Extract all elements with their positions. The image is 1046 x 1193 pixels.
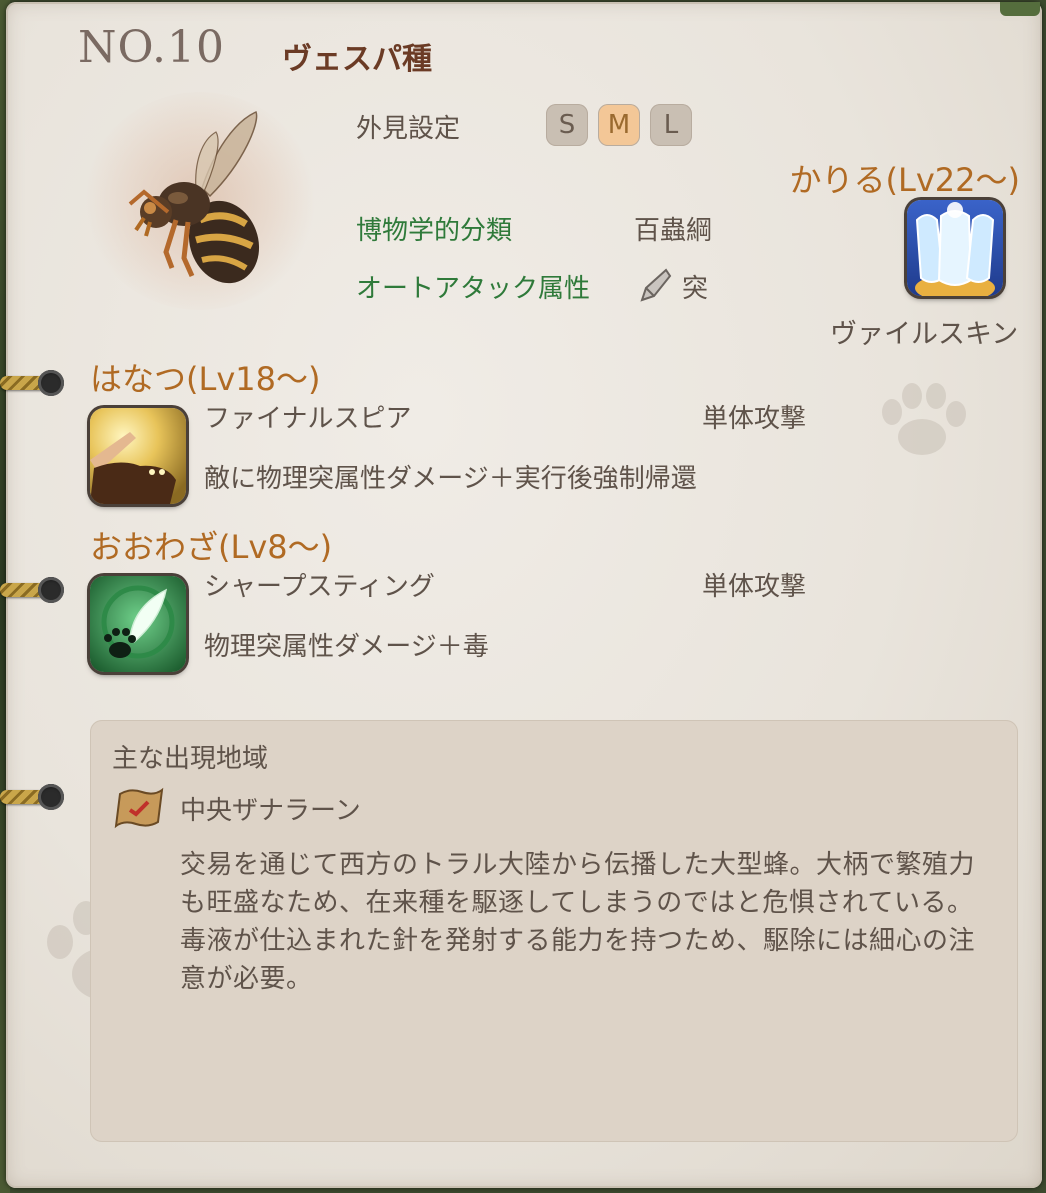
species-name: ヴェスパ種 — [282, 42, 432, 77]
size-m-button[interactable]: M — [598, 104, 640, 146]
paw-print-icon — [882, 383, 966, 455]
entry-number: NO.10 — [78, 22, 225, 73]
skill-section-title: はなつ(Lv18～) — [90, 360, 321, 398]
size-l-button[interactable]: L — [650, 104, 692, 146]
skill-description: 敵に物理突属性ダメージ＋実行後強制帰還 — [204, 464, 697, 494]
sharp-sting-icon[interactable] — [90, 576, 186, 672]
skill-name: ファイナルスピア — [204, 404, 412, 434]
binder-ring — [0, 782, 64, 812]
binder-ring — [0, 575, 64, 605]
auto-attack-label: オートアタック属性 — [356, 274, 591, 304]
binder-ring — [0, 368, 64, 398]
wasp-illustration-icon — [128, 110, 260, 284]
classification-value: 百蟲綱 — [634, 216, 713, 246]
vile-skin-icon[interactable] — [907, 200, 1003, 296]
skill-name: シャープスティング — [204, 572, 435, 602]
minion-portrait — [84, 92, 316, 310]
skill-type: 単体攻撃 — [702, 404, 807, 434]
skill-type: 単体攻撃 — [702, 572, 807, 602]
size-s-button[interactable]: S — [546, 104, 588, 146]
skill-section-title: おおわざ(Lv8～) — [90, 528, 333, 566]
auto-attack-value: 突 — [682, 274, 709, 304]
classification-label: 博物学的分類 — [356, 216, 513, 246]
habitat-heading: 主な出現地域 — [112, 744, 269, 774]
summon-section-title: かりる(Lv22～) — [789, 161, 1020, 199]
summon-skill-name: ヴァイルスキン — [830, 319, 1019, 350]
habitat-description: 交易を通じて西方のトラル大陸から伝播した大型蜂。大柄で繁殖力も旺盛なため、在来種… — [180, 850, 976, 994]
pierce-icon — [640, 268, 672, 302]
corner-decoration — [1000, 2, 1040, 16]
final-spear-icon[interactable] — [90, 408, 186, 504]
habitat-region: 中央ザナラーン — [180, 796, 361, 826]
map-scroll-icon[interactable] — [112, 784, 166, 834]
appearance-label: 外見設定 — [356, 114, 461, 144]
skill-description: 物理突属性ダメージ＋毒 — [204, 632, 489, 662]
